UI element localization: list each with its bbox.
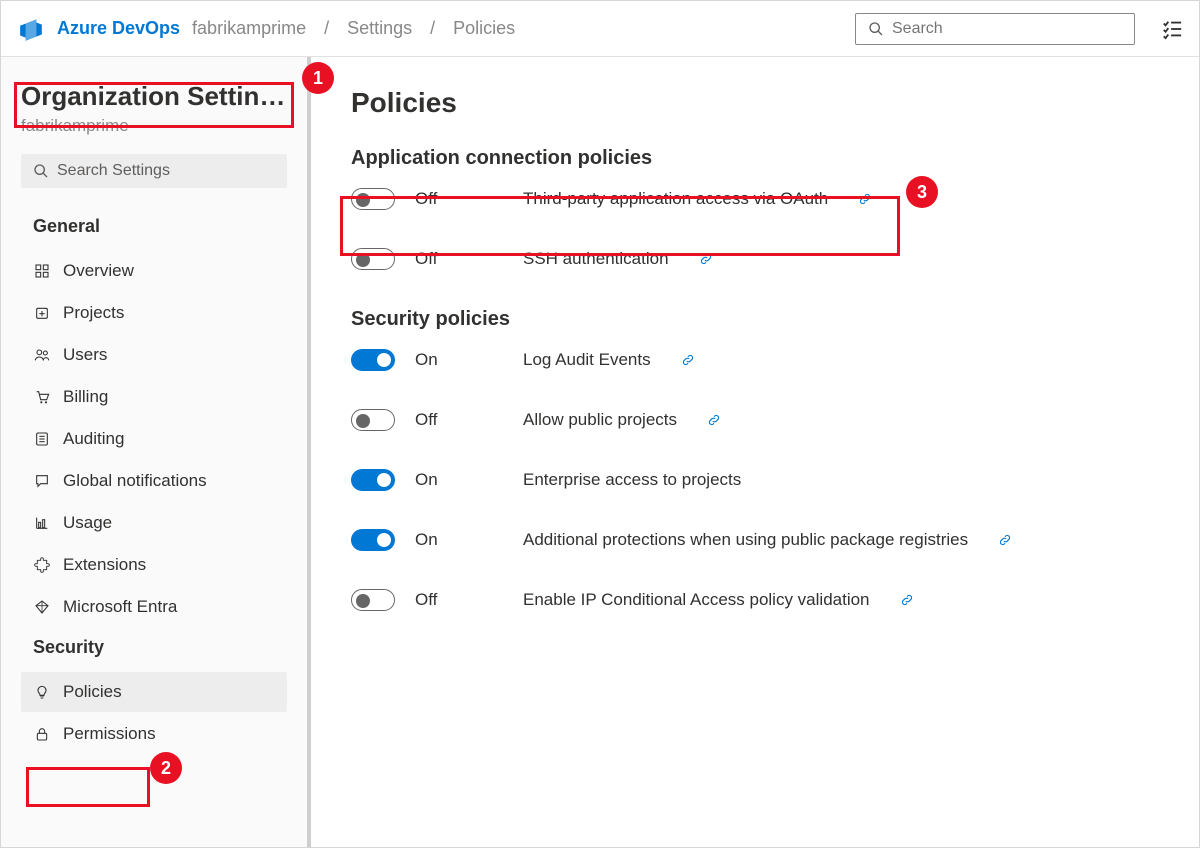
toggle[interactable] [351,529,395,551]
sidebar-item-billing[interactable]: Billing [21,377,287,417]
link-icon[interactable] [699,252,713,266]
sidebar: Organization Settin… fabrikamprime Searc… [1,57,311,847]
section-title: Application connection policies [351,147,1159,170]
global-search[interactable] [855,13,1135,45]
sidebar-item-label: Auditing [63,429,124,449]
users-icon [33,347,51,363]
policy-row: Off Allow public projects [351,409,1159,431]
link-icon[interactable] [998,533,1012,547]
new-project-icon [33,305,51,321]
list-icon [33,431,51,447]
sidebar-item-label: Projects [63,303,124,323]
sidebar-item-permissions[interactable]: Permissions [21,714,287,754]
entra-icon [33,599,51,615]
sidebar-search[interactable]: Search Settings [21,154,287,188]
sidebar-item-label: Microsoft Entra [63,597,177,617]
lock-icon [33,726,51,742]
puzzle-icon [33,557,51,573]
search-icon [868,21,884,37]
toggle[interactable] [351,188,395,210]
sidebar-title: Organization Settin… [21,81,287,112]
grid-icon [33,263,51,279]
toggle[interactable] [351,409,395,431]
sidebar-group-label: General [33,216,287,237]
sidebar-item-policies[interactable]: Policies [21,672,287,712]
sidebar-item-auditing[interactable]: Auditing [21,419,287,459]
policy-label: Additional protections when using public… [523,530,968,550]
breadcrumb-sep: / [324,18,329,39]
breadcrumb[interactable]: fabrikamprime [192,18,306,39]
policy-label: Enterprise access to projects [523,470,741,490]
breadcrumb-sep: / [430,18,435,39]
checklist-icon[interactable] [1161,18,1183,40]
cart-icon [33,389,51,405]
toggle-state-label: On [415,350,455,370]
toggle[interactable] [351,248,395,270]
policy-label: Enable IP Conditional Access policy vali… [523,590,870,610]
sidebar-subtitle: fabrikamprime [21,116,287,136]
breadcrumb[interactable]: Settings [347,18,412,39]
policy-row: Off Enable IP Conditional Access policy v… [351,589,1159,611]
search-input[interactable] [892,20,1122,38]
callout-badge-2: 2 [150,752,182,784]
sidebar-item-label: Global notifications [63,471,207,491]
top-bar: Azure DevOps fabrikamprime / Settings / … [1,1,1199,57]
toggle-state-label: Off [415,590,455,610]
toggle[interactable] [351,469,395,491]
sidebar-item-label: Billing [63,387,108,407]
main-content: Policies Application connection policies… [311,57,1199,847]
toggle[interactable] [351,349,395,371]
sidebar-item-extensions[interactable]: Extensions [21,545,287,585]
toggle-state-label: On [415,530,455,550]
link-icon[interactable] [707,413,721,427]
sidebar-group-label: Security [33,637,287,658]
sidebar-item-users[interactable]: Users [21,335,287,375]
policy-row: Off SSH authentication [351,248,1159,270]
sidebar-item-label: Permissions [63,724,156,744]
policy-row: On Enterprise access to projects [351,469,1159,491]
link-icon[interactable] [900,593,914,607]
sidebar-search-placeholder: Search Settings [57,162,170,180]
section-title: Security policies [351,308,1159,331]
page-title: Policies [351,87,1159,119]
azure-devops-logo [17,15,45,43]
sidebar-item-global-notifications[interactable]: Global notifications [21,461,287,501]
sidebar-item-label: Policies [63,682,122,702]
sidebar-item-label: Extensions [63,555,146,575]
policy-row: Off Third-party application access via OA… [351,188,1159,210]
toggle-state-label: Off [415,249,455,269]
policy-label: Allow public projects [523,410,677,430]
policy-row: On Additional protections when using publ… [351,529,1159,551]
callout-badge-1: 1 [302,62,334,94]
link-icon[interactable] [681,353,695,367]
breadcrumb[interactable]: Policies [453,18,515,39]
policy-label: SSH authentication [523,249,669,269]
sidebar-item-usage[interactable]: Usage [21,503,287,543]
toggle-state-label: On [415,470,455,490]
brand-label[interactable]: Azure DevOps [57,18,180,39]
sidebar-item-label: Usage [63,513,112,533]
sidebar-item-label: Overview [63,261,134,281]
toggle-state-label: Off [415,410,455,430]
policy-label: Log Audit Events [523,350,651,370]
chat-icon [33,473,51,489]
toggle[interactable] [351,589,395,611]
policy-row: On Log Audit Events [351,349,1159,371]
link-icon[interactable] [858,192,872,206]
chart-icon [33,515,51,531]
sidebar-item-label: Users [63,345,107,365]
sidebar-item-microsoft-entra[interactable]: Microsoft Entra [21,587,287,627]
sidebar-item-projects[interactable]: Projects [21,293,287,333]
callout-badge-3: 3 [906,176,938,208]
search-icon [33,163,49,179]
sidebar-item-overview[interactable]: Overview [21,251,287,291]
policy-label: Third-party application access via OAuth [523,189,828,209]
bulb-icon [33,684,51,700]
toggle-state-label: Off [415,189,455,209]
